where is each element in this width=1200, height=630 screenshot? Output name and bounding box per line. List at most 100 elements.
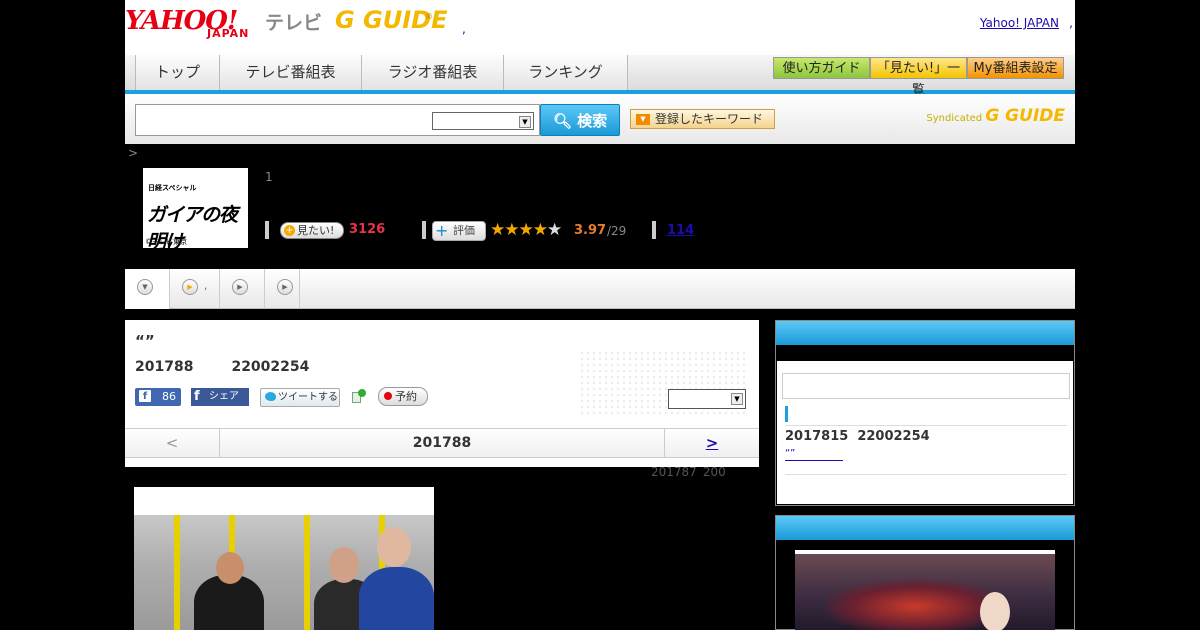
- facebook-icon: f: [194, 389, 200, 404]
- yahoo-japan-logo-sub: JAPAN: [207, 27, 250, 40]
- syndicated-brand: G GUIDE: [985, 106, 1065, 126]
- sidebar-panel-header: [776, 321, 1074, 345]
- syndicated-gguide-logo: Syndicated G GUIDE: [926, 106, 1065, 126]
- sub-tabs: ▼ ▶ , ▶ ▶: [125, 269, 1075, 309]
- divider: [652, 221, 656, 239]
- tv-logo[interactable]: テレビ: [265, 8, 322, 35]
- review-count-link[interactable]: 114: [667, 223, 694, 238]
- photo-rack: [304, 515, 310, 630]
- previous-broadcast-note: 201787 200: [651, 465, 732, 479]
- facebook-like-count: 86: [162, 390, 176, 403]
- subtab-1[interactable]: ▼: [125, 269, 170, 309]
- play-icon: ▶: [277, 279, 293, 295]
- divider: [265, 221, 269, 239]
- add-to-list-icon[interactable]: [351, 389, 367, 405]
- program-logo-image: 日経スペシャル ガイアの夜明け ©テレビ東京: [143, 168, 248, 253]
- sidebar-section-marker: [785, 406, 788, 422]
- photo-head: [329, 547, 359, 583]
- search-bar: ▼ 🔍︎ 検索 ▼ 登録したキーワード Syndicated G GUIDE: [125, 94, 1075, 144]
- rate-label: 評価: [453, 224, 475, 237]
- episode-panel: “” 201788 22002254 f 86 f シェア ツイートする 予約 ▼…: [125, 320, 759, 467]
- facebook-like-button[interactable]: f 86: [135, 388, 181, 406]
- tab-top[interactable]: トップ: [135, 55, 220, 90]
- registered-keywords-button[interactable]: ▼ 登録したキーワード: [630, 109, 775, 129]
- sidebar-episode-link[interactable]: “”: [785, 449, 843, 461]
- plus-icon: +: [435, 221, 449, 240]
- subtab-4[interactable]: ▶: [265, 269, 300, 309]
- want-to-see-label: 見たい!: [297, 224, 335, 237]
- star-rating: ★★★★★: [490, 220, 562, 240]
- tweet-label: ツイートする: [278, 392, 338, 403]
- star-icon: ★: [518, 220, 534, 240]
- date-pager: < 201788 >: [125, 428, 759, 458]
- syndicated-label: Syndicated: [926, 113, 983, 124]
- tab-radio-listings[interactable]: ラジオ番組表: [362, 55, 504, 90]
- pager-next[interactable]: >: [664, 429, 759, 458]
- reserve-button[interactable]: 予約: [378, 387, 428, 406]
- my-listings-settings-button[interactable]: My番組表設定: [967, 57, 1064, 79]
- subtab-2[interactable]: ▶ ,: [170, 269, 220, 309]
- rating-value: 3.97: [574, 223, 607, 238]
- registered-keywords-label: 登録したキーワード: [655, 112, 764, 126]
- sidebar-related-panel: 2017815 22002254 “”: [775, 320, 1075, 506]
- tab-tv-listings[interactable]: テレビ番組表: [220, 55, 362, 90]
- rating-count: /29: [607, 224, 627, 238]
- yahoo-japan-link[interactable]: Yahoo! JAPAN: [980, 16, 1059, 30]
- want-to-see-list-button[interactable]: 「見たい!」一覧: [870, 57, 967, 98]
- episode-title: “”: [135, 332, 155, 350]
- program-image-credit: ©テレビ東京: [145, 238, 187, 246]
- facebook-share-button[interactable]: f シェア: [191, 388, 249, 406]
- pager-prev[interactable]: <: [125, 429, 220, 458]
- chevron-down-icon: ▼: [731, 393, 743, 405]
- program-number: 1: [265, 170, 273, 184]
- divider: [785, 425, 1067, 426]
- play-icon: ▶: [232, 279, 248, 295]
- site-header: YAHOO! JAPAN テレビ G GUIDE ® , Yahoo! JAPA…: [125, 0, 1075, 55]
- photo-rack: [174, 515, 180, 630]
- star-icon: ★: [490, 220, 505, 240]
- header-comma: ,: [1069, 16, 1073, 30]
- main-nav: トップ テレビ番組表 ラジオ番組表 ランキング 使い方ガイド 「見たい!」一覧 …: [125, 55, 1075, 98]
- rate-button[interactable]: + 評価: [432, 221, 486, 241]
- note-time: 200: [702, 465, 726, 479]
- program-image-top-text: 日経スペシャル: [148, 184, 197, 192]
- episode-photo: [134, 487, 434, 630]
- divider: [785, 474, 1067, 475]
- photo-head: [216, 552, 244, 584]
- episode-date: 201788: [135, 359, 194, 375]
- sidebar-input[interactable]: [782, 373, 1070, 399]
- facebook-icon: f: [139, 390, 151, 402]
- header-dot: ,: [462, 22, 466, 36]
- banner-glow: [825, 579, 1005, 630]
- subtab-3[interactable]: ▶: [220, 269, 265, 309]
- sidebar-panel-body: 2017815 22002254 “”: [777, 361, 1073, 504]
- tweet-button[interactable]: ツイートする: [260, 388, 340, 407]
- reserve-label: 予約: [395, 390, 417, 403]
- sidebar-panel-header: [776, 516, 1074, 540]
- twitter-bird-icon: [265, 392, 276, 401]
- banner-face: [980, 592, 1010, 630]
- sidebar-banner-image[interactable]: [795, 550, 1055, 630]
- usage-guide-button[interactable]: 使い方ガイド: [773, 57, 870, 79]
- sidebar-date: 2017815: [785, 429, 849, 444]
- episode-time: 22002254: [231, 359, 310, 375]
- want-to-see-count: 3126: [349, 222, 386, 237]
- want-to-see-button[interactable]: + 見たい!: [280, 222, 344, 239]
- search-category-select[interactable]: ▼: [432, 112, 534, 130]
- chevron-down-icon: ▼: [519, 116, 531, 128]
- search-button[interactable]: 🔍︎ 検索: [540, 104, 620, 136]
- breadcrumb[interactable]: >: [128, 146, 138, 160]
- chevron-down-icon: ▼: [137, 279, 153, 295]
- episode-select[interactable]: ▼: [668, 389, 746, 409]
- play-icon: ▶: [182, 279, 198, 295]
- tab-ranking[interactable]: ランキング: [504, 55, 628, 90]
- pager-date: 201788: [412, 435, 472, 451]
- photo-head: [377, 527, 411, 567]
- triangle-down-icon: ▼: [636, 114, 650, 125]
- search-button-label: 検索: [577, 112, 608, 130]
- page: YAHOO! JAPAN テレビ G GUIDE ® , Yahoo! JAPA…: [0, 0, 1200, 630]
- star-icon: ★: [532, 220, 548, 240]
- record-icon: [384, 392, 392, 400]
- episode-datetime: 201788 22002254: [135, 359, 347, 375]
- photo-person: [359, 567, 434, 630]
